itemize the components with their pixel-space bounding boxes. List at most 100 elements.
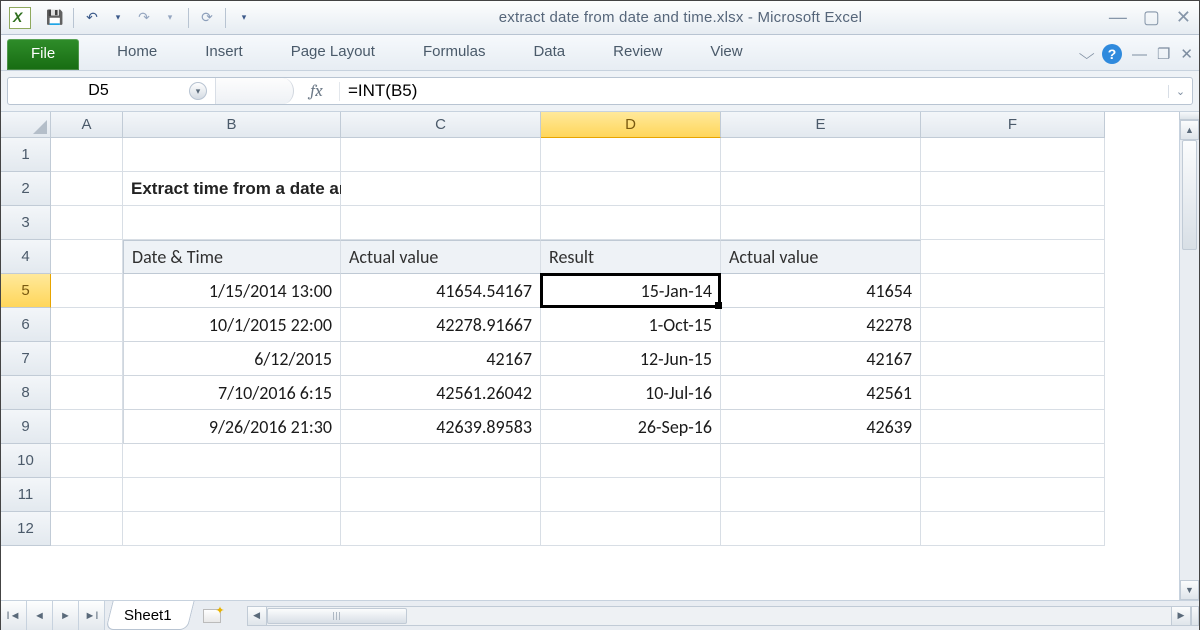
cell-D7[interactable]: 12-Jun-15	[541, 342, 721, 376]
scroll-right-icon[interactable]: ▶	[1171, 606, 1191, 626]
cell-E2[interactable]	[721, 172, 921, 206]
scroll-down-icon[interactable]: ▼	[1180, 580, 1199, 600]
formula-bar-expand-icon[interactable]: ⌄	[1168, 85, 1192, 98]
workbook-minimize-icon[interactable]: ―	[1132, 46, 1147, 63]
cell-D5[interactable]: 15-Jan-14	[541, 274, 721, 308]
workbook-close-icon[interactable]: ✕	[1180, 45, 1193, 63]
undo-icon[interactable]: ↶	[84, 10, 100, 26]
row-header-5[interactable]: 5	[1, 274, 51, 308]
cell-B10[interactable]	[123, 444, 341, 478]
row-header-12[interactable]: 12	[1, 512, 51, 546]
cell-E6[interactable]: 42278	[721, 308, 921, 342]
cell-F11[interactable]	[921, 478, 1105, 512]
save-icon[interactable]: 💾	[47, 10, 63, 26]
cell-F8[interactable]	[921, 376, 1105, 410]
cell-B6[interactable]: 10/1/2015 22:00	[123, 308, 341, 342]
cell-C12[interactable]	[341, 512, 541, 546]
cell-E7[interactable]: 42167	[721, 342, 921, 376]
cell-D4[interactable]: Result	[541, 240, 721, 274]
cell-E9[interactable]: 42639	[721, 410, 921, 444]
cell-E10[interactable]	[721, 444, 921, 478]
ribbon-minimize-icon[interactable]: ⌵	[1078, 46, 1094, 63]
cell-D6[interactable]: 1-Oct-15	[541, 308, 721, 342]
vertical-split-handle[interactable]	[1191, 606, 1199, 626]
cell-F5[interactable]	[921, 274, 1105, 308]
cell-F7[interactable]	[921, 342, 1105, 376]
cell-A8[interactable]	[51, 376, 123, 410]
tab-view[interactable]: View	[686, 37, 766, 70]
cell-B3[interactable]	[123, 206, 341, 240]
cell-D8[interactable]: 10-Jul-16	[541, 376, 721, 410]
horizontal-split-handle[interactable]	[1179, 112, 1199, 120]
row-header-8[interactable]: 8	[1, 376, 51, 410]
cell-D1[interactable]	[541, 138, 721, 172]
insert-sheet-icon[interactable]	[197, 601, 227, 630]
row-header-2[interactable]: 2	[1, 172, 51, 206]
row-header-4[interactable]: 4	[1, 240, 51, 274]
cell-B8[interactable]: 7/10/2016 6:15	[123, 376, 341, 410]
sheet-nav-next-icon[interactable]: ►	[53, 601, 79, 630]
cell-B5[interactable]: 1/15/2014 13:00	[123, 274, 341, 308]
horizontal-scroll-thumb[interactable]	[267, 608, 407, 624]
cell-A10[interactable]	[51, 444, 123, 478]
vertical-scroll-thumb[interactable]	[1182, 140, 1197, 250]
cell-F2[interactable]	[921, 172, 1105, 206]
sheet-nav-last-icon[interactable]: ►I	[79, 601, 105, 630]
row-header-6[interactable]: 6	[1, 308, 51, 342]
tab-insert[interactable]: Insert	[181, 37, 267, 70]
cell-D10[interactable]	[541, 444, 721, 478]
cell-A4[interactable]	[51, 240, 123, 274]
redo-icon[interactable]: ↷	[136, 10, 152, 26]
maximize-icon[interactable]: ▢	[1143, 7, 1160, 28]
col-header-B[interactable]: B	[123, 112, 341, 138]
file-tab[interactable]: File	[7, 39, 79, 70]
cell-E5[interactable]: 41654	[721, 274, 921, 308]
cell-A12[interactable]	[51, 512, 123, 546]
repeat-icon[interactable]: ⟳	[199, 10, 215, 26]
row-header-9[interactable]: 9	[1, 410, 51, 444]
cell-A7[interactable]	[51, 342, 123, 376]
cell-C6[interactable]: 42278.91667	[341, 308, 541, 342]
col-header-D[interactable]: D	[541, 112, 721, 138]
col-header-C[interactable]: C	[341, 112, 541, 138]
undo-dropdown-icon[interactable]: ▾	[110, 10, 126, 26]
cell-F4[interactable]	[921, 240, 1105, 274]
scroll-up-icon[interactable]: ▲	[1180, 120, 1199, 140]
cell-C11[interactable]	[341, 478, 541, 512]
row-header-10[interactable]: 10	[1, 444, 51, 478]
cell-F6[interactable]	[921, 308, 1105, 342]
cell-E4[interactable]: Actual value	[721, 240, 921, 274]
sheet-nav-prev-icon[interactable]: ◄	[27, 601, 53, 630]
cell-B11[interactable]	[123, 478, 341, 512]
cell-E1[interactable]	[721, 138, 921, 172]
cell-A2[interactable]	[51, 172, 123, 206]
cell-D12[interactable]	[541, 512, 721, 546]
row-header-7[interactable]: 7	[1, 342, 51, 376]
cell-E8[interactable]: 42561	[721, 376, 921, 410]
cell-A3[interactable]	[51, 206, 123, 240]
cell-C1[interactable]	[341, 138, 541, 172]
cell-D11[interactable]	[541, 478, 721, 512]
col-header-A[interactable]: A	[51, 112, 123, 138]
cell-B9[interactable]: 9/26/2016 21:30	[123, 410, 341, 444]
help-icon[interactable]: ?	[1102, 44, 1122, 64]
sheet-tab-sheet1[interactable]: Sheet1	[105, 601, 194, 630]
row-header-3[interactable]: 3	[1, 206, 51, 240]
cell-B4[interactable]: Date & Time	[123, 240, 341, 274]
tab-formulas[interactable]: Formulas	[399, 37, 510, 70]
cell-B1[interactable]	[123, 138, 341, 172]
row-header-1[interactable]: 1	[1, 138, 51, 172]
col-header-F[interactable]: F	[921, 112, 1105, 138]
scroll-left-icon[interactable]: ◀	[247, 606, 267, 626]
cell-C3[interactable]	[341, 206, 541, 240]
cell-F12[interactable]	[921, 512, 1105, 546]
cell-A6[interactable]	[51, 308, 123, 342]
cell-E12[interactable]	[721, 512, 921, 546]
tab-page-layout[interactable]: Page Layout	[267, 37, 399, 70]
select-all-corner[interactable]	[1, 112, 51, 138]
cell-B12[interactable]	[123, 512, 341, 546]
cell-C7[interactable]: 42167	[341, 342, 541, 376]
cell-C8[interactable]: 42561.26042	[341, 376, 541, 410]
cell-A1[interactable]	[51, 138, 123, 172]
row-header-11[interactable]: 11	[1, 478, 51, 512]
